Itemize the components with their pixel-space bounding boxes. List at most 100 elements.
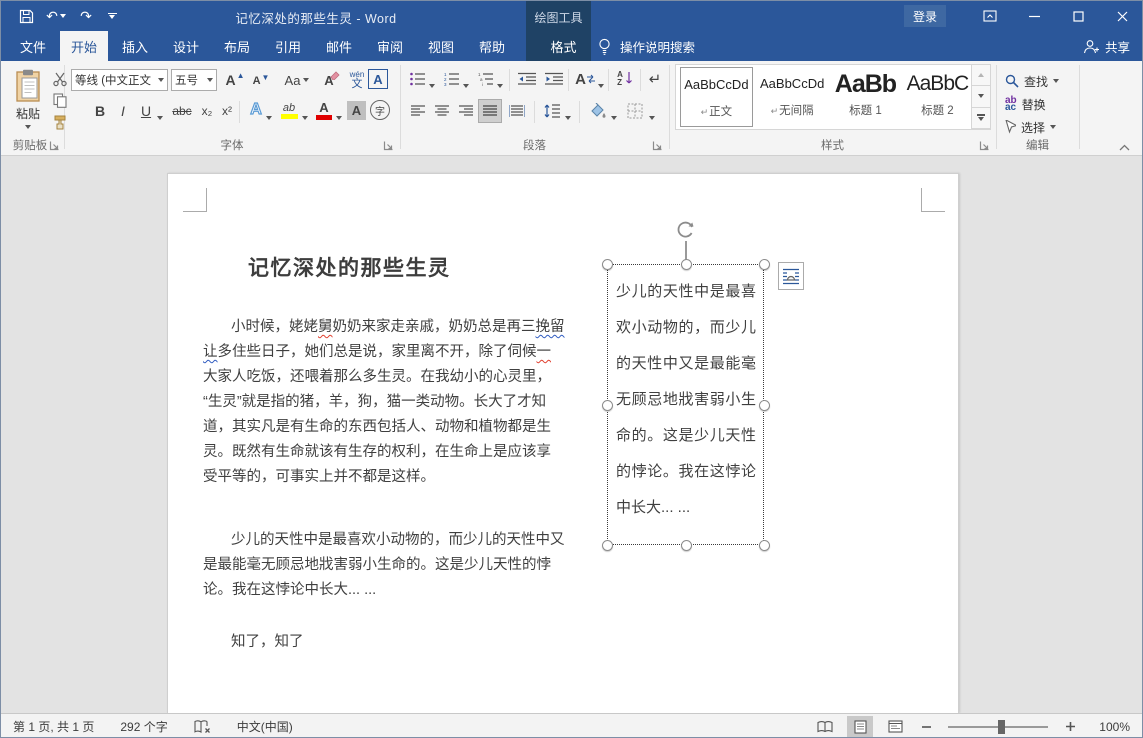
- cut-button[interactable]: [51, 70, 69, 88]
- word-count[interactable]: 292 个字: [120, 718, 167, 735]
- document-title[interactable]: 记忆深处的那些生灵: [248, 252, 451, 282]
- clear-formatting-button[interactable]: A: [321, 69, 343, 91]
- print-layout-button[interactable]: [847, 716, 873, 738]
- numbering-button[interactable]: 123: [442, 69, 462, 89]
- zoom-slider[interactable]: [948, 726, 1048, 728]
- line-spacing-button[interactable]: [540, 99, 564, 123]
- selected-textbox[interactable]: 少儿的天性中是最喜欢小动物的，而少儿的天性中又是最能毫无顾忌地戕害弱小生命的。这…: [607, 264, 764, 545]
- font-size-combobox[interactable]: 五号: [171, 69, 217, 91]
- zoom-out-button[interactable]: [917, 716, 935, 738]
- font-name-combobox[interactable]: 等线 (中文正文: [71, 69, 168, 91]
- zoom-in-button[interactable]: [1061, 716, 1079, 738]
- clipboard-dialog-launcher[interactable]: [49, 140, 61, 152]
- align-right-button[interactable]: [455, 101, 477, 121]
- italic-button[interactable]: I: [116, 101, 130, 121]
- resize-handle-top-right[interactable]: [759, 259, 770, 270]
- ribbon-display-options-button[interactable]: [968, 1, 1012, 31]
- bold-button[interactable]: B: [91, 101, 109, 121]
- format-painter-button[interactable]: [51, 113, 69, 131]
- copy-button[interactable]: [51, 91, 69, 109]
- document-body[interactable]: 小时候，姥姥舅奶奶来家走亲戚，奶奶总是再三挽留让多住些日子，她们总是说，家里离不…: [203, 315, 543, 655]
- superscript-button[interactable]: x²: [217, 101, 237, 121]
- tab-帮助[interactable]: 帮助: [468, 31, 516, 61]
- paste-button[interactable]: 粘贴: [7, 65, 49, 133]
- align-left-button[interactable]: [407, 101, 429, 121]
- paragraph[interactable]: 少儿的天性中是最喜欢小动物的，而少儿的天性中又是最能毫无顾忌地戕害弱小生命的。这…: [203, 528, 543, 603]
- resize-handle-bottom-center[interactable]: [681, 540, 692, 551]
- character-shading-button[interactable]: A: [347, 101, 366, 120]
- proofing-status-icon[interactable]: [194, 720, 211, 734]
- tab-文件[interactable]: 文件: [9, 31, 57, 61]
- resize-handle-bottom-left[interactable]: [602, 540, 613, 551]
- style-item-正文[interactable]: AaBbCcDd↵正文: [680, 67, 753, 127]
- style-gallery-scroll-up[interactable]: [972, 65, 990, 86]
- tab-审阅[interactable]: 审阅: [366, 31, 414, 61]
- share-button[interactable]: 共享: [1083, 31, 1130, 61]
- paragraph-dialog-launcher[interactable]: [652, 140, 664, 152]
- shading-button[interactable]: [585, 99, 609, 123]
- zoom-slider-handle[interactable]: [998, 720, 1005, 734]
- resize-handle-bottom-right[interactable]: [759, 540, 770, 551]
- style-item-无间隔[interactable]: AaBbCcDd↵无间隔: [757, 67, 828, 127]
- tab-设计[interactable]: 设计: [162, 31, 210, 61]
- style-gallery-scroll-down[interactable]: [972, 86, 990, 107]
- tab-引用[interactable]: 引用: [264, 31, 312, 61]
- align-center-button[interactable]: [431, 101, 453, 121]
- tab-视图[interactable]: 视图: [417, 31, 465, 61]
- page-indicator[interactable]: 第 1 页, 共 1 页: [13, 718, 94, 735]
- bullets-button[interactable]: [408, 69, 428, 89]
- find-button[interactable]: 查找: [1005, 71, 1059, 91]
- paragraph[interactable]: 小时候，姥姥舅奶奶来家走亲戚，奶奶总是再三挽留让多住些日子，她们总是说，家里离不…: [203, 315, 543, 490]
- increase-indent-button[interactable]: [542, 69, 566, 89]
- layout-options-button[interactable]: [778, 262, 804, 290]
- show-hide-marks-button[interactable]: ↵: [645, 68, 665, 90]
- tab-格式[interactable]: 格式: [531, 31, 596, 61]
- sort-button[interactable]: AZ: [613, 67, 637, 91]
- tab-开始[interactable]: 开始: [60, 31, 108, 61]
- font-dialog-launcher[interactable]: [383, 140, 395, 152]
- asian-layout-button[interactable]: A: [573, 67, 597, 91]
- zoom-level[interactable]: 100%: [1088, 720, 1130, 734]
- tab-插入[interactable]: 插入: [111, 31, 159, 61]
- text-effects-button[interactable]: A: [246, 99, 266, 121]
- justify-button[interactable]: [478, 99, 502, 123]
- strikethrough-button[interactable]: abc: [169, 101, 195, 121]
- tab-布局[interactable]: 布局: [213, 31, 261, 61]
- document-workspace[interactable]: 记忆深处的那些生灵 小时候，姥姥舅奶奶来家走亲戚，奶奶总是再三挽留让多住些日子，…: [1, 156, 1143, 713]
- phonetic-guide-button[interactable]: wén文: [346, 66, 368, 94]
- web-layout-button[interactable]: [882, 716, 908, 738]
- redo-button[interactable]: ↷: [75, 5, 97, 27]
- document-page[interactable]: 记忆深处的那些生灵 小时候，姥姥舅奶奶来家走亲戚，奶奶总是再三挽留让多住些日子，…: [167, 173, 959, 713]
- resize-handle-middle-left[interactable]: [602, 400, 613, 411]
- style-item-标题 2[interactable]: AaBbC标题 2: [903, 67, 971, 127]
- distributed-button[interactable]: [505, 101, 529, 121]
- character-border-button[interactable]: A: [368, 69, 388, 89]
- customize-qat-button[interactable]: [101, 5, 123, 27]
- select-button[interactable]: 选择: [1005, 117, 1056, 137]
- collapse-ribbon-button[interactable]: [1115, 141, 1133, 153]
- paragraph[interactable]: 知了，知了: [203, 630, 543, 655]
- resize-handle-top-left[interactable]: [602, 259, 613, 270]
- change-case-button[interactable]: Aa: [282, 69, 312, 91]
- save-button[interactable]: [15, 5, 37, 27]
- resize-handle-middle-right[interactable]: [759, 400, 770, 411]
- underline-button[interactable]: U: [138, 101, 154, 121]
- language-indicator[interactable]: 中文(中国): [237, 718, 293, 735]
- maximize-button[interactable]: [1056, 1, 1100, 31]
- resize-handle-top-center[interactable]: [681, 259, 692, 270]
- decrease-indent-button[interactable]: [515, 69, 539, 89]
- style-item-标题 1[interactable]: AaBb标题 1: [832, 67, 900, 127]
- grow-font-button[interactable]: A▲: [223, 69, 247, 91]
- tab-邮件[interactable]: 邮件: [315, 31, 363, 61]
- subscript-button[interactable]: x₂: [197, 101, 217, 121]
- borders-button[interactable]: [623, 99, 647, 123]
- signin-button[interactable]: 登录: [904, 5, 946, 27]
- multilevel-list-button[interactable]: 1ai: [476, 69, 496, 89]
- font-color-button[interactable]: A: [314, 99, 334, 121]
- enclose-characters-button[interactable]: 字: [370, 100, 390, 120]
- rotation-handle[interactable]: [675, 220, 696, 241]
- style-gallery-more-button[interactable]: [972, 108, 990, 129]
- read-mode-button[interactable]: [812, 716, 838, 738]
- shrink-font-button[interactable]: A▼: [250, 71, 272, 91]
- tell-me-search[interactable]: 操作说明搜索: [598, 31, 695, 61]
